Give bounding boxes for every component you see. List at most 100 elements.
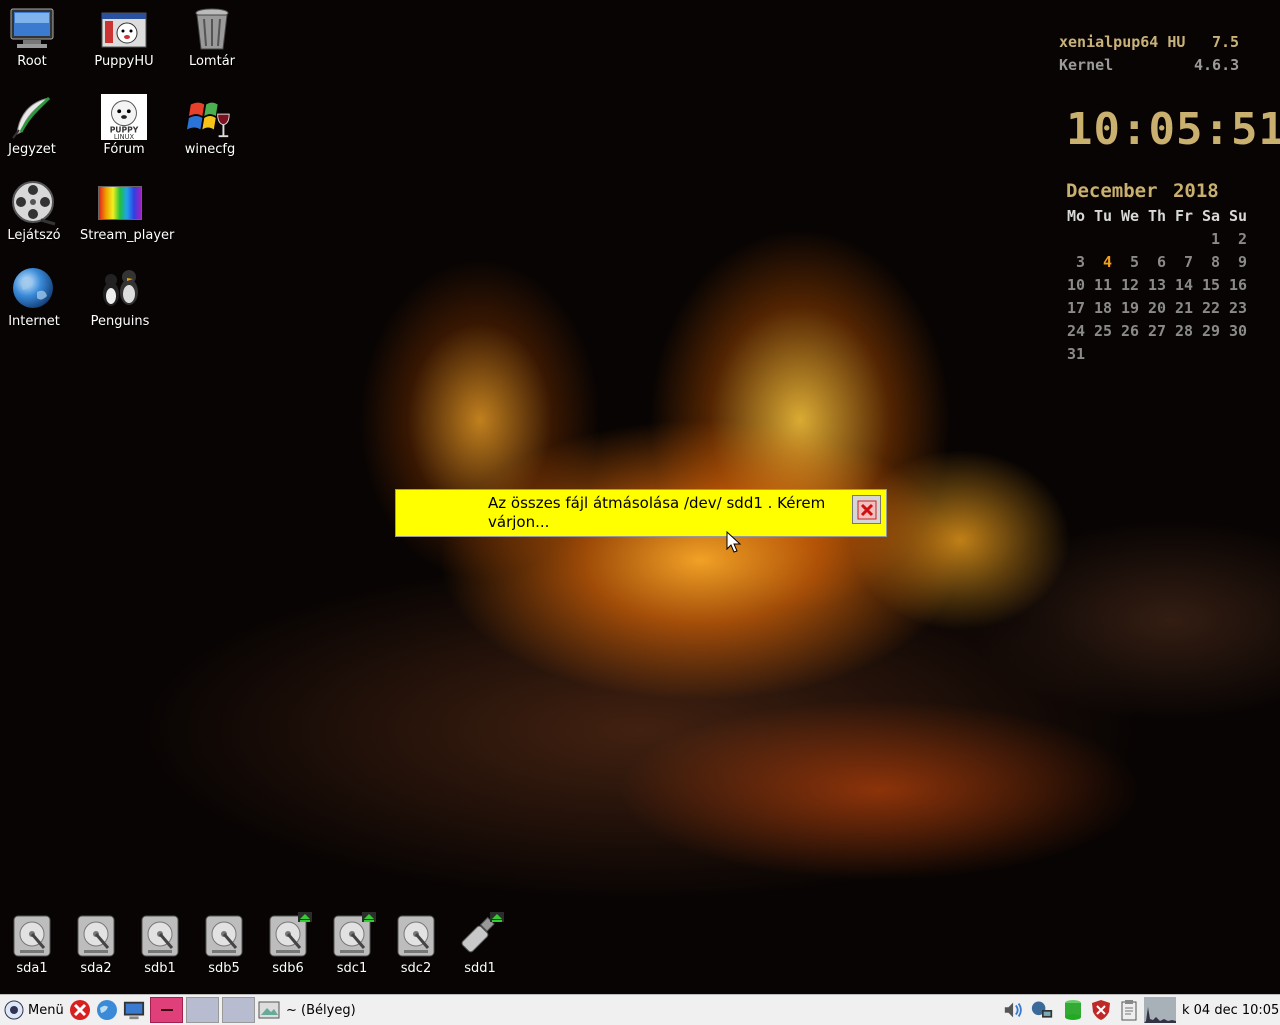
drive-pic: [328, 912, 376, 960]
clipboard-tray-icon[interactable]: [1118, 999, 1140, 1021]
monitor-icon: [123, 1001, 145, 1020]
calendar-day: 9: [1237, 252, 1247, 271]
wine-icon: [187, 94, 233, 140]
drive-icon-sdc2[interactable]: sdc2: [384, 912, 448, 976]
penguins-icon: [97, 266, 143, 312]
calendar-day: 22: [1201, 298, 1220, 317]
volume-tray-icon[interactable]: [1003, 999, 1025, 1021]
desktop-launcher[interactable]: [123, 999, 145, 1021]
desktop-icon-label: PuppyHU: [94, 54, 154, 69]
drive-pic: [264, 912, 312, 960]
desktop-icon-stream-player[interactable]: Stream_player: [80, 180, 175, 243]
eject-icon: [364, 914, 374, 922]
desktop-icon-winecfg[interactable]: winecfg: [170, 94, 250, 157]
svg-text:LINUX: LINUX: [114, 133, 135, 141]
calendar-day: 1: [1210, 229, 1220, 248]
calendar-day: 20: [1147, 298, 1166, 317]
desktop-icon-label: Root: [17, 54, 47, 69]
calendar-day: 30: [1228, 321, 1247, 340]
taskbar-window-button[interactable]: ~ (Bélyeg): [258, 995, 356, 1025]
calendar-day: 8: [1210, 252, 1220, 271]
calendar-weekday: Tu: [1093, 206, 1112, 225]
close-circle-icon: [70, 1000, 90, 1020]
calendar-weekday: Sa: [1201, 206, 1220, 225]
shield-icon: [1092, 1000, 1110, 1020]
drive-pic: [392, 912, 440, 960]
desktop-icon-root[interactable]: Root: [0, 6, 72, 69]
mounted-badge: [362, 912, 376, 922]
calendar-day: 27: [1147, 321, 1166, 340]
drive-label: sdb5: [208, 961, 240, 976]
drive-label: sdb6: [272, 961, 304, 976]
desktop-icon-puppyhu[interactable]: PuppyHU: [84, 6, 164, 69]
network-icon: [1031, 1001, 1053, 1018]
desktop-icon-lomtar[interactable]: Lomtár: [172, 6, 252, 69]
calendar-week-row: 12: [1058, 227, 1247, 250]
minus-icon: [161, 1009, 173, 1011]
rainbow-icon: [97, 180, 143, 226]
calendar-day-today: 4: [1102, 252, 1112, 271]
drive-label: sdc2: [400, 961, 432, 976]
calendar-month-year: December 2018: [1066, 180, 1219, 202]
hard-drive-icon: [205, 915, 243, 957]
eject-icon: [300, 914, 310, 922]
calendar-weekday: Fr: [1174, 206, 1193, 225]
drive-icon-sdb5[interactable]: sdb5: [192, 912, 256, 976]
calendar-day: 19: [1120, 298, 1139, 317]
film-reel-icon: [11, 180, 57, 226]
desktop-icon-jegyzet[interactable]: Jegyzet: [0, 94, 72, 157]
calendar-day: 25: [1093, 321, 1112, 340]
desktop-icon-label: Jegyzet: [8, 142, 56, 157]
firewall-tray-icon[interactable]: [1090, 999, 1112, 1021]
pager-workspace-1[interactable]: [150, 997, 183, 1023]
drive-icon-sda2[interactable]: sda2: [64, 912, 128, 976]
drive-icon-sdb6[interactable]: sdb6: [256, 912, 320, 976]
conky-host: xenialpup64 HU: [1059, 33, 1186, 51]
desktop-icon-label: Internet: [8, 314, 60, 329]
conky-clock: 10:05:51: [1066, 104, 1280, 155]
database-icon: [1065, 1000, 1081, 1020]
drive-icon-sda1[interactable]: sda1: [0, 912, 64, 976]
desktop-icon-lejatszo[interactable]: Lejátszó: [0, 180, 74, 243]
cpu-monitor-tray-icon[interactable]: [1144, 997, 1176, 1023]
dialog-message: Az összes fájl átmásolása /dev/ sdd1 . K…: [488, 494, 826, 531]
calendar-day: 10: [1066, 275, 1085, 294]
calendar-day: 24: [1066, 321, 1085, 340]
calendar-week-row: 24 25 26 27 28 29 30: [1058, 319, 1247, 342]
calendar-day: 26: [1120, 321, 1139, 340]
pager-workspace-3[interactable]: [222, 997, 255, 1023]
calendar-day: 31: [1066, 344, 1085, 363]
globe-icon: [97, 1000, 117, 1020]
calendar-week-row: 31: [1058, 342, 1247, 365]
calendar-day: 3: [1075, 252, 1085, 271]
taskbar: Menü ~ (Bélyeg) k 04 dec 10:05: [0, 994, 1280, 1025]
drive-pic: [136, 912, 184, 960]
drive-icon-sdc1[interactable]: sdc1: [320, 912, 384, 976]
hard-drive-icon: [397, 915, 435, 957]
taskbar-clock[interactable]: k 04 dec 10:05: [1182, 995, 1279, 1025]
calendar-day: 12: [1120, 275, 1139, 294]
drive-pic: [200, 912, 248, 960]
browser-launcher[interactable]: [96, 999, 118, 1021]
drive-icon-sdd1[interactable]: sdd1: [448, 912, 512, 976]
clipboard-icon: [1121, 1000, 1137, 1021]
mounted-badge: [490, 912, 504, 922]
desktop-icon-label: Lejátszó: [7, 228, 61, 243]
calendar-year: 2018: [1172, 180, 1219, 202]
pager-workspace-2[interactable]: [186, 997, 219, 1023]
calendar-day: 2: [1237, 229, 1247, 248]
quit-button[interactable]: [69, 999, 91, 1021]
storage-tray-icon[interactable]: [1062, 999, 1084, 1021]
desktop-icon-label: Stream_player: [80, 228, 175, 243]
menu-label: Menü: [28, 1002, 64, 1018]
drive-icon-sdb1[interactable]: sdb1: [128, 912, 192, 976]
network-tray-icon[interactable]: [1031, 999, 1053, 1021]
taskbar-window-title: ~ (Bélyeg): [286, 1002, 356, 1018]
dialog-close-button[interactable]: [852, 495, 881, 524]
desktop-icon-forum[interactable]: PUPPY LINUX Fórum: [84, 94, 164, 157]
desktop-icon-internet[interactable]: Internet: [0, 266, 74, 329]
calendar-weekday-row: Mo Tu We Th Fr Sa Su: [1058, 204, 1247, 227]
desktop-icon-penguins[interactable]: Penguins: [80, 266, 160, 329]
conky-kernel-label: Kernel: [1059, 56, 1114, 74]
menu-button[interactable]: Menü: [3, 995, 64, 1025]
